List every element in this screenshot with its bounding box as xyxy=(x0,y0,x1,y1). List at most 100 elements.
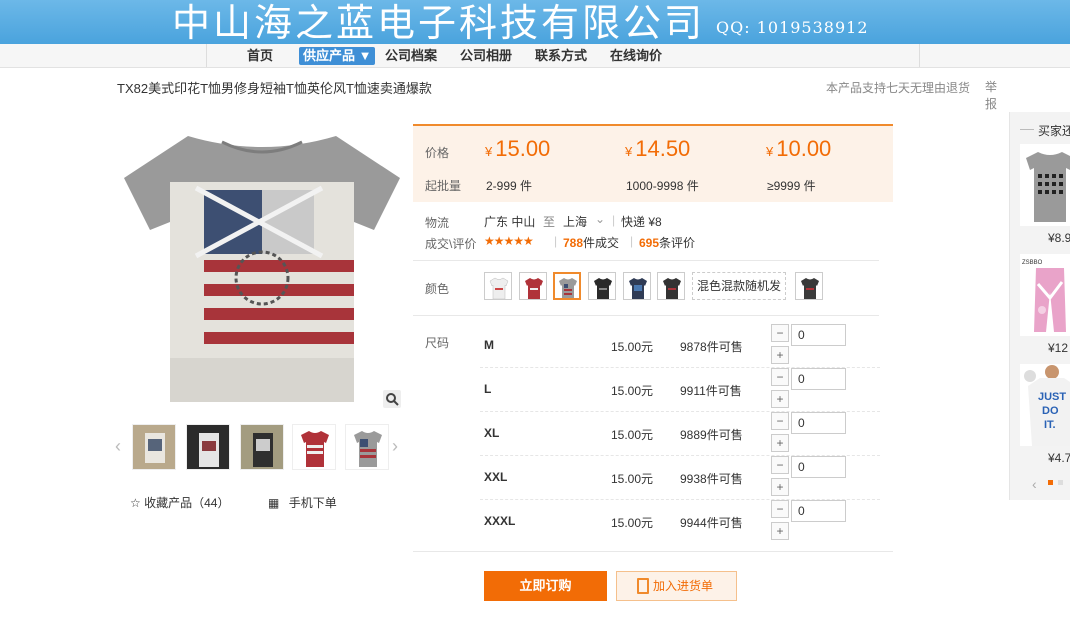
mobile-order-button[interactable]: ▦ 手机下单 xyxy=(268,494,337,511)
tier-range-3: ≥9999 件 xyxy=(767,179,816,193)
tier-range-2: 1000-9998 件 xyxy=(626,179,699,193)
size-price: 15.00元 xyxy=(611,428,654,442)
size-price: 15.00元 xyxy=(611,516,654,530)
currency-symbol: ¥ xyxy=(485,144,493,159)
nav-inquiry[interactable]: 在线询价 xyxy=(610,47,662,65)
qq-contact: QQ: 1019538912 xyxy=(716,18,869,37)
main-product-image[interactable] xyxy=(118,118,406,414)
size-name: M xyxy=(484,338,494,352)
currency-symbol: ¥ xyxy=(625,144,633,159)
size-name: XL xyxy=(484,426,500,440)
sold-count: 788 xyxy=(563,236,584,250)
size-row-xxl: XXL 15.00元 9938件可售 − + xyxy=(480,456,880,500)
nav-inner: 首页 供应产品 ▼ 公司档案 公司相册 联系方式 在线询价 xyxy=(206,44,920,67)
thumbnail-1[interactable] xyxy=(132,424,176,470)
main-nav: 首页 供应产品 ▼ 公司档案 公司相册 联系方式 在线询价 xyxy=(0,44,1070,68)
currency-symbol: ¥ xyxy=(766,144,774,159)
color-option-mixed[interactable]: 混色混款随机发 xyxy=(692,272,787,300)
quantity-input[interactable] xyxy=(791,500,846,522)
recommend-item-3[interactable]: JUST DO IT. xyxy=(1020,364,1070,446)
nav-company-profile[interactable]: 公司档案 xyxy=(385,47,437,65)
quantity-input[interactable] xyxy=(791,324,846,346)
add-to-cart-label: 加入进货单 xyxy=(653,579,714,593)
color-swatch-gray[interactable] xyxy=(553,272,581,300)
tier-price-value: 10.00 xyxy=(776,136,832,161)
thumbnail-4[interactable] xyxy=(292,424,336,470)
quantity-input[interactable] xyxy=(791,368,846,390)
nav-home[interactable]: 首页 xyxy=(247,47,273,65)
tier-price-1: ¥15.00 xyxy=(485,136,550,162)
logistics-label: 物流 xyxy=(425,216,450,230)
sidebar-title: 买家还 xyxy=(1038,124,1070,138)
zoom-icon[interactable] xyxy=(383,390,401,408)
quantity-decrease-button[interactable]: − xyxy=(771,368,789,386)
chevron-left-icon[interactable]: ‹ xyxy=(1032,476,1037,492)
thumbnail-2[interactable] xyxy=(186,424,230,470)
return-policy-note: 本产品支持七天无理由退货 xyxy=(826,81,971,95)
recommend-price-3: ¥4.7 xyxy=(1048,451,1070,465)
ship-from: 广东 中山 xyxy=(484,215,536,229)
color-swatch-white[interactable] xyxy=(484,272,512,300)
min-qty-label: 起批量 xyxy=(425,179,462,193)
quantity-input[interactable] xyxy=(791,456,846,478)
divider xyxy=(413,260,879,261)
ship-to-select[interactable]: 上海 xyxy=(563,213,587,230)
quantity-increase-button[interactable]: + xyxy=(771,478,789,496)
add-to-cart-button[interactable]: 加入进货单 xyxy=(616,571,737,601)
tier-price-value: 15.00 xyxy=(495,136,551,161)
quantity-increase-button[interactable]: + xyxy=(771,434,789,452)
size-row-l: L 15.00元 9911件可售 − + xyxy=(480,368,880,412)
quantity-decrease-button[interactable]: − xyxy=(771,500,789,518)
review-summary[interactable]: 695条评价 xyxy=(639,234,695,251)
qrcode-icon: ▦ xyxy=(268,496,280,510)
carousel-dot[interactable] xyxy=(1058,480,1063,485)
recommend-price-1: ¥8.9 xyxy=(1048,231,1070,245)
nav-company-album[interactable]: 公司相册 xyxy=(460,47,512,65)
sold-suffix: 件成交 xyxy=(583,236,620,250)
quantity-decrease-button[interactable]: − xyxy=(771,324,789,342)
size-label: 尺码 xyxy=(425,336,450,350)
nav-products[interactable]: 供应产品 ▼ xyxy=(299,47,376,65)
thumb-prev-arrow-icon[interactable]: ‹ xyxy=(115,436,121,457)
order-now-button[interactable]: 立即订购 xyxy=(484,571,607,601)
quantity-decrease-button[interactable]: − xyxy=(771,412,789,430)
size-row-m: M 15.00元 9878件可售 − + xyxy=(480,324,880,368)
size-name: XXXL xyxy=(484,514,516,528)
carousel-dot-active[interactable] xyxy=(1048,480,1053,485)
size-row-xxxl: XXXL 15.00元 9944件可售 − + xyxy=(480,500,880,544)
mobile-order-label: 手机下单 xyxy=(288,496,337,510)
color-swatch-black[interactable] xyxy=(588,272,616,300)
thumbnail-5[interactable] xyxy=(345,424,389,470)
nav-contact[interactable]: 联系方式 xyxy=(535,47,587,65)
quantity-increase-button[interactable]: + xyxy=(771,390,789,408)
size-stock: 9878件可售 xyxy=(680,340,743,354)
thumbnail-3[interactable] xyxy=(240,424,284,470)
report-link[interactable]: 举报 xyxy=(985,79,999,113)
recommend-item-2[interactable]: ZSBBO xyxy=(1020,254,1070,336)
quantity-decrease-button[interactable]: − xyxy=(771,456,789,474)
favorite-label: 收藏产品（44） xyxy=(144,496,230,510)
svg-text:IT.: IT. xyxy=(1044,419,1056,431)
divider xyxy=(1020,129,1034,130)
divider: | xyxy=(612,213,616,227)
tier-price-2: ¥14.50 xyxy=(625,136,690,162)
color-swatch-charcoal[interactable] xyxy=(795,272,823,300)
chevron-down-icon[interactable]: ⌄ xyxy=(595,212,605,226)
product-title: TX82美式印花T恤男修身短袖T恤英伦风T恤速卖通爆款 xyxy=(117,81,432,96)
quantity-increase-button[interactable]: + xyxy=(771,522,789,540)
divider xyxy=(413,315,879,316)
favorite-button[interactable]: ☆ 收藏产品（44） xyxy=(130,494,229,511)
recommend-item-1[interactable] xyxy=(1020,144,1070,226)
color-swatch-red[interactable] xyxy=(519,272,547,300)
svg-text:JUST: JUST xyxy=(1038,391,1066,403)
quantity-input[interactable] xyxy=(791,412,846,434)
color-swatch-dark[interactable] xyxy=(657,272,685,300)
price-label: 价格 xyxy=(425,146,450,160)
size-stock: 9938件可售 xyxy=(680,472,743,486)
color-swatch-navy[interactable] xyxy=(623,272,651,300)
star-outline-icon: ☆ xyxy=(130,496,141,510)
divider: | xyxy=(554,234,558,248)
quantity-increase-button[interactable]: + xyxy=(771,346,789,364)
thumb-next-arrow-icon[interactable]: › xyxy=(392,436,398,457)
company-name: 中山海之蓝电子科技有限公司 xyxy=(172,1,706,44)
